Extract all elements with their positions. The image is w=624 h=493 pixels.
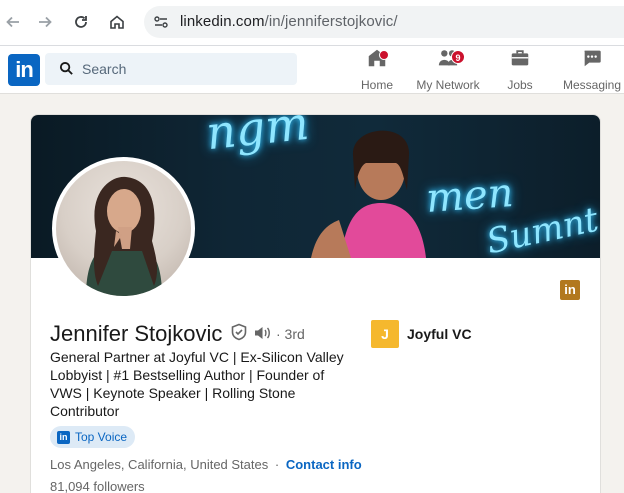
profile-headline: General Partner at Joyful VC | Ex-Silico… [50, 349, 344, 419]
nav-my-network[interactable]: 9 My Network [412, 50, 484, 94]
message-icon [581, 47, 603, 74]
current-company[interactable]: J Joyful VC [371, 319, 472, 349]
speaker-photo [311, 130, 426, 258]
forward-arrow-icon[interactable] [32, 9, 58, 35]
top-voice-label: Top Voice [75, 430, 128, 444]
top-voice-badge[interactable]: in Top Voice [50, 426, 136, 448]
linkedin-premium-icon: in [560, 280, 580, 300]
url-host: linkedin.com [180, 13, 265, 30]
profile-name: Jennifer Stojkovic [50, 321, 223, 346]
nav-messaging[interactable]: Messaging [556, 50, 624, 94]
site-settings-icon[interactable] [152, 13, 170, 36]
followers-count[interactable]: 81,094 followers [50, 479, 145, 493]
connection-degree: · 3rd [276, 326, 305, 342]
home-notification-dot [379, 50, 389, 60]
url-text: linkedin.com/in/jenniferstojkovic/ [180, 13, 398, 30]
linkedin-global-nav: in Search Home 9 My Network Jobs Messagi… [0, 46, 624, 94]
profile-location-row: Los Angeles, California, United States ·… [50, 457, 362, 472]
search-placeholder: Search [82, 61, 127, 77]
home-icon[interactable] [104, 9, 130, 35]
network-badge: 9 [451, 50, 465, 64]
briefcase-icon [509, 47, 531, 74]
nav-jobs-label: Jobs [507, 78, 533, 92]
url-path: /in/jenniferstojkovic/ [264, 13, 398, 30]
company-name: Joyful VC [407, 326, 472, 342]
linkedin-logo[interactable]: in [8, 54, 40, 86]
address-bar[interactable]: linkedin.com/in/jenniferstojkovic/ [144, 6, 624, 38]
search-icon [59, 61, 74, 81]
nav-messaging-label: Messaging [562, 78, 622, 92]
contact-info-link[interactable]: Contact info [286, 457, 362, 472]
browser-toolbar: linkedin.com/in/jenniferstojkovic/ [0, 0, 624, 46]
search-input[interactable]: Search [45, 53, 297, 85]
linkedin-small-icon: in [57, 430, 70, 444]
name-pronunciation-speaker-icon[interactable] [253, 325, 271, 346]
nav-home[interactable]: Home [341, 49, 413, 94]
verified-shield-icon[interactable] [230, 323, 248, 346]
location-separator: · [274, 457, 280, 472]
company-logo: J [371, 320, 399, 348]
nav-my-network-label: My Network [416, 78, 480, 92]
back-arrow-icon[interactable] [0, 9, 26, 35]
profile-location: Los Angeles, California, United States [50, 457, 269, 472]
profile-avatar[interactable] [52, 157, 195, 300]
nav-jobs[interactable]: Jobs [484, 50, 556, 94]
reload-icon[interactable] [68, 9, 94, 35]
profile-card: ngm men Sumnt in Jennifer Stojkovic · 3r… [30, 114, 601, 493]
nav-home-label: Home [360, 78, 393, 92]
